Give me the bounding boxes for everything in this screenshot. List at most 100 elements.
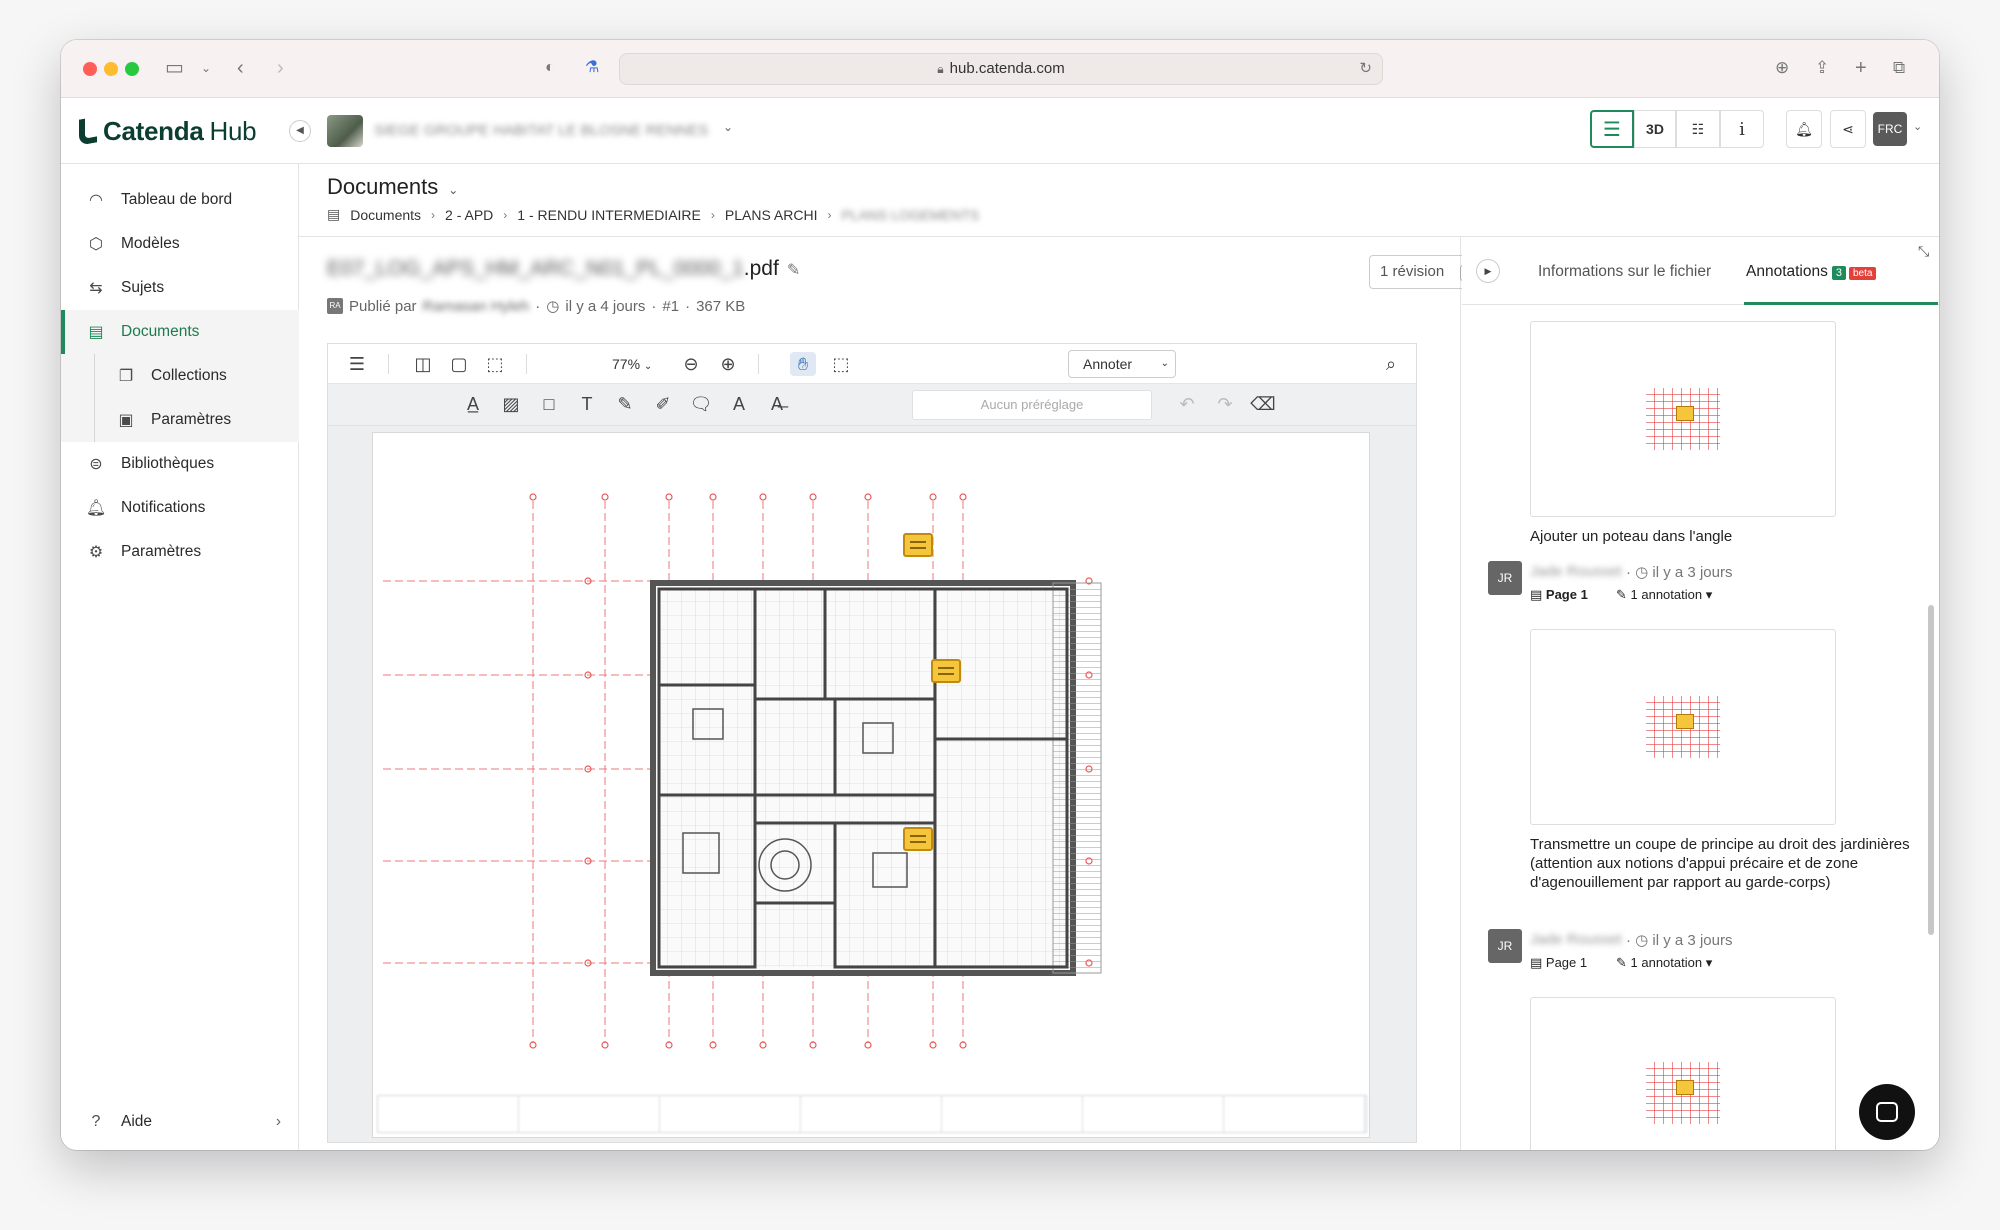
annotation-marker[interactable] bbox=[931, 659, 961, 683]
breadcrumb-item[interactable]: 2 - APD bbox=[445, 207, 493, 223]
collapse-sidebar-button[interactable]: ◀ bbox=[289, 120, 311, 142]
pen-icon[interactable]: ✎ bbox=[612, 392, 638, 416]
annotation-preview bbox=[1646, 1061, 1720, 1124]
tab-overview-icon[interactable]: ⧉ bbox=[1893, 56, 1905, 80]
info-button[interactable]: i bbox=[1720, 110, 1764, 148]
divider bbox=[526, 354, 527, 374]
chevron-down-icon[interactable]: ⌄ bbox=[1913, 120, 1922, 133]
breadcrumb-item[interactable]: PLANS ARCHI bbox=[725, 207, 818, 223]
share-button[interactable]: ⋖ bbox=[1830, 110, 1866, 148]
user-avatar[interactable]: FRC bbox=[1873, 112, 1907, 146]
reload-icon[interactable]: ↻ bbox=[1359, 54, 1372, 84]
pdf-viewer: ☰ ◫ ▢ ⬚ 77% ⌄ ⊖ ⊕ ✋︎ ⬚ Annoter ⌄ ⌕ A̲ ▨ … bbox=[327, 343, 1417, 1143]
sidebar-item-libraries[interactable]: ⊜ Bibliothèques bbox=[61, 442, 299, 486]
squiggly-text-icon[interactable]: A bbox=[726, 392, 752, 416]
sidebar-item-topics[interactable]: ⇆ Sujets bbox=[61, 266, 299, 310]
sidebar-item-models[interactable]: ⬡ Modèles bbox=[61, 222, 299, 266]
privacy-shield-icon[interactable]: ◐ bbox=[545, 56, 555, 80]
list-view-button[interactable]: ☰ bbox=[1590, 110, 1634, 148]
breadcrumb-item[interactable]: Documents bbox=[350, 207, 421, 223]
text-tool-icon[interactable]: T bbox=[574, 392, 600, 416]
tab-annotations[interactable]: Annotations 3 beta bbox=[1746, 263, 1877, 281]
highlighter-icon[interactable]: ✐ bbox=[650, 392, 676, 416]
panel-tabs: ▶ Informations sur le fichier Annotation… bbox=[1462, 237, 1939, 305]
annotation-page-link[interactable]: ▤ Page 1 bbox=[1530, 955, 1587, 971]
tab-file-info[interactable]: Informations sur le fichier bbox=[1538, 263, 1711, 281]
project-thumbnail[interactable] bbox=[327, 115, 363, 147]
undo-icon[interactable]: ↶ bbox=[1174, 392, 1200, 416]
author-avatar: RA bbox=[327, 298, 343, 314]
zoom-level-dropdown[interactable]: 77% ⌄ bbox=[612, 352, 652, 379]
share-icon[interactable]: ⇪ bbox=[1815, 56, 1829, 80]
pdf-page[interactable] bbox=[372, 432, 1370, 1138]
page-view-icon[interactable]: ▢ bbox=[446, 352, 472, 376]
highlight-text-icon[interactable]: ▨ bbox=[498, 392, 524, 416]
sidebar-item-document-settings[interactable]: ▣ Paramètres bbox=[61, 398, 299, 442]
download-icon[interactable]: ⊕ bbox=[1775, 56, 1789, 80]
breadcrumb-item[interactable]: PLANS LOGEMENTS bbox=[841, 207, 979, 223]
zoom-out-icon[interactable]: ⊖ bbox=[678, 352, 704, 376]
search-icon[interactable]: ⌕ bbox=[1378, 352, 1404, 376]
3d-view-button[interactable]: 3D bbox=[1634, 110, 1676, 148]
annotation-thumbnail[interactable] bbox=[1530, 997, 1836, 1150]
expand-icon[interactable]: ⤡ bbox=[1918, 243, 1929, 260]
close-window-button[interactable] bbox=[83, 62, 97, 76]
redo-icon[interactable]: ↷ bbox=[1212, 392, 1238, 416]
extension-flask-icon[interactable]: ⚗ bbox=[585, 56, 599, 80]
published-by-label: Publié par bbox=[349, 297, 417, 315]
sidebar-item-label: Collections bbox=[151, 367, 227, 384]
address-bar[interactable]: 🔒︎ hub.catenda.com ↻ bbox=[619, 53, 1383, 85]
pan-hand-icon[interactable]: ✋︎ bbox=[790, 352, 816, 376]
menu-icon[interactable]: ☰ bbox=[344, 352, 370, 376]
select-area-icon[interactable]: ⬚ bbox=[828, 352, 854, 376]
annotation-thumbnail[interactable] bbox=[1530, 321, 1836, 517]
minimize-window-button[interactable] bbox=[104, 62, 118, 76]
area-zoom-icon[interactable]: ⬚ bbox=[482, 352, 508, 376]
new-tab-icon[interactable]: + bbox=[1855, 56, 1867, 80]
support-chat-button[interactable] bbox=[1859, 1084, 1915, 1140]
annotation-marker[interactable] bbox=[903, 533, 933, 557]
rectangle-icon[interactable]: □ bbox=[536, 392, 562, 416]
app-header: Catenda Hub ◀ SIEGE GROUPE HABITAT LE BLO… bbox=[61, 98, 1939, 164]
count-label: 1 annotation bbox=[1630, 587, 1703, 602]
annotation-meta: JR Jade Rousset · ◷ il y a 3 jours ▤ Pag… bbox=[1488, 929, 1928, 989]
pencil-icon[interactable]: ✎ bbox=[787, 262, 800, 279]
sidebar-item-collections[interactable]: ❐ Collections bbox=[61, 354, 299, 398]
annotation-text: Ajouter un poteau dans l'angle bbox=[1530, 528, 1733, 545]
chevron-down-icon[interactable]: ⌄ bbox=[201, 56, 211, 80]
comment-icon[interactable]: 🗨︎ bbox=[688, 392, 714, 416]
sidebar-item-dashboard[interactable]: ◠ Tableau de bord bbox=[61, 178, 299, 222]
clock-icon: · ◷ bbox=[1626, 932, 1653, 949]
zoom-in-icon[interactable]: ⊕ bbox=[715, 352, 741, 376]
underline-text-icon[interactable]: A̲ bbox=[460, 392, 486, 416]
catenda-logo[interactable]: Catenda Hub bbox=[79, 113, 257, 149]
breadcrumb-item[interactable]: 1 - RENDU INTERMEDIAIRE bbox=[517, 207, 701, 223]
annotate-mode-select[interactable]: Annoter ⌄ bbox=[1068, 350, 1176, 378]
eraser-icon[interactable]: ⌫ bbox=[1250, 392, 1276, 416]
tree-view-button[interactable]: ☷ bbox=[1676, 110, 1720, 148]
preset-input[interactable]: Aucun préréglage bbox=[912, 390, 1152, 420]
project-name[interactable]: SIEGE GROUPE HABITAT LE BLOSNE RENNES bbox=[374, 122, 708, 139]
forward-arrow-icon[interactable]: › bbox=[277, 56, 284, 80]
collapse-panel-button[interactable]: ▶ bbox=[1476, 259, 1500, 283]
annotation-marker[interactable] bbox=[903, 827, 933, 851]
panel-toggle-icon[interactable]: ◫ bbox=[410, 352, 436, 376]
annotation-thumbnail[interactable] bbox=[1530, 629, 1836, 825]
sidebar-item-documents[interactable]: ▤ Documents bbox=[61, 310, 299, 354]
sidebar-item-help[interactable]: ? Aide › bbox=[61, 1100, 299, 1144]
annotation-count-dropdown[interactable]: ✎ 1 annotation ▾ bbox=[1616, 587, 1712, 603]
chevron-down-icon[interactable]: ⌄ bbox=[723, 120, 733, 134]
sidebar-item-settings[interactable]: ⚙ Paramètres bbox=[61, 530, 299, 574]
strikeout-text-icon[interactable]: A̶ bbox=[764, 392, 790, 416]
page-title[interactable]: Documents ⌄ bbox=[327, 174, 458, 200]
sidebar-toggle-icon[interactable]: ▭ bbox=[165, 56, 184, 80]
annotation-page-link[interactable]: ▤ Page 1 bbox=[1530, 587, 1588, 603]
back-arrow-icon[interactable]: ‹ bbox=[237, 56, 244, 80]
maximize-window-button[interactable] bbox=[125, 62, 139, 76]
notifications-button[interactable]: 🔔︎ bbox=[1786, 110, 1822, 148]
brand-suffix: Hub bbox=[209, 115, 257, 146]
avatar: JR bbox=[1488, 561, 1522, 595]
scrollbar[interactable] bbox=[1928, 605, 1934, 935]
sidebar-item-notifications[interactable]: 🔔︎ Notifications bbox=[61, 486, 299, 530]
annotation-count-dropdown[interactable]: ✎ 1 annotation ▾ bbox=[1616, 955, 1712, 971]
